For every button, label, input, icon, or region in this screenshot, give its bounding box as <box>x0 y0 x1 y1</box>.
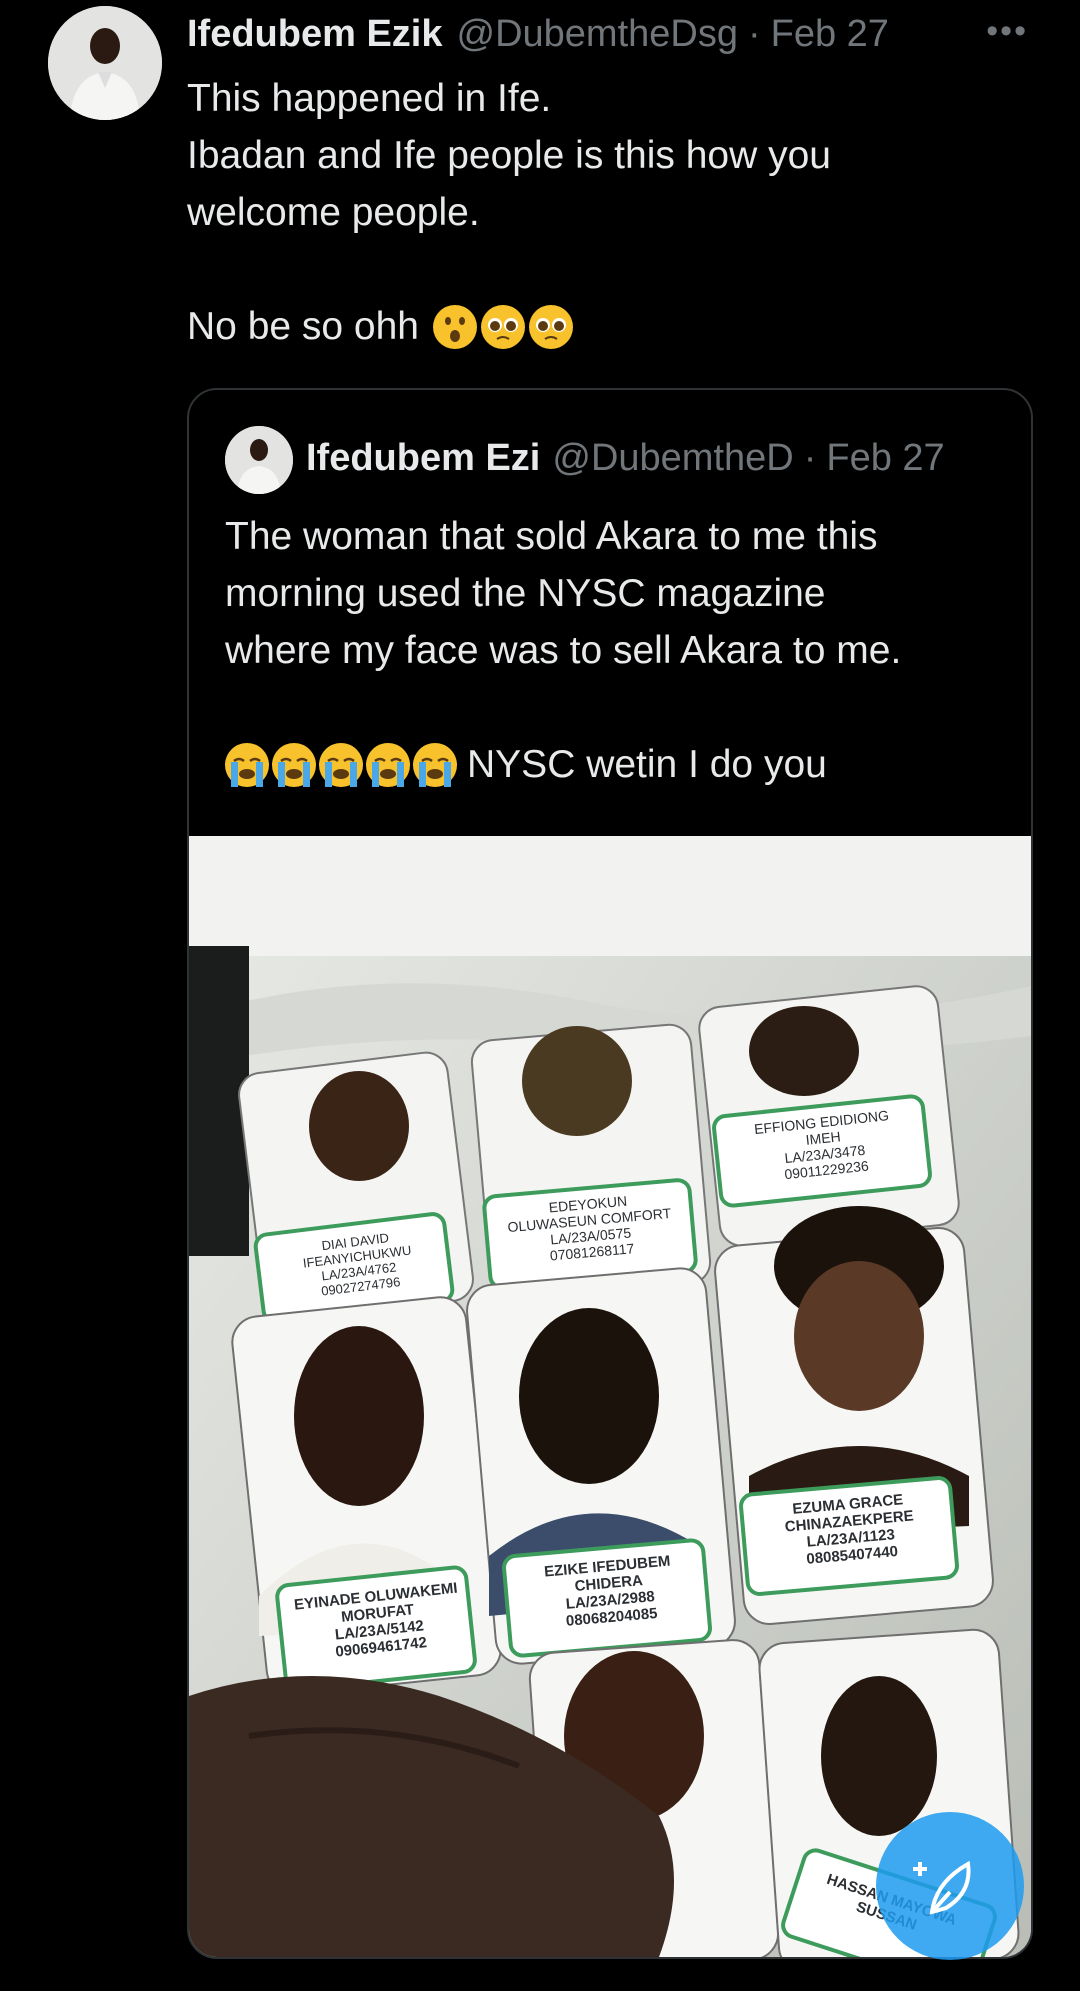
compose-post-button[interactable] <box>876 1812 1024 1960</box>
tweet-line: No be so ohh <box>187 305 420 348</box>
tweet-blank-line <box>187 241 967 298</box>
quoted-line: NYSC wetin I do you <box>467 743 827 786</box>
crying-face-icon <box>272 742 316 787</box>
quoted-author-name[interactable]: Ifedubem Ezi <box>306 437 540 480</box>
crying-face-icon <box>319 742 363 787</box>
quoted-tweet[interactable]: Ifedubem Ezi @DubemtheD · Feb 27 The wom… <box>187 388 1033 1959</box>
astonished-face-icon <box>433 304 478 349</box>
author-handle[interactable]: @DubemtheDsg <box>457 13 738 56</box>
photo-illustration <box>189 836 1031 1957</box>
tweet-body: This happened in Ife. Ibadan and Ife peo… <box>187 70 967 355</box>
more-options-icon[interactable]: ••• <box>986 12 1028 51</box>
author-avatar[interactable] <box>48 6 162 120</box>
crying-face-icon <box>413 742 457 787</box>
tweet-line: welcome people. <box>187 191 480 234</box>
quoted-line: The woman that sold Akara to me this <box>225 515 878 558</box>
quoted-tweet-body: The woman that sold Akara to me this mor… <box>225 508 1005 793</box>
tweet-line: Ibadan and Ife people is this how you <box>187 134 831 177</box>
quoted-tweet-date[interactable]: Feb 27 <box>826 437 944 480</box>
pleading-face-icon <box>481 304 526 349</box>
tweet-last-line: No be so ohh <box>187 298 967 355</box>
separator-dot: · <box>747 12 761 55</box>
tweet-date[interactable]: Feb 27 <box>771 13 889 56</box>
tweet-line: This happened in Ife. <box>187 77 552 120</box>
quoted-author-handle[interactable]: @DubemtheD <box>552 437 793 480</box>
quoted-last-line: NYSC wetin I do you <box>225 736 1005 793</box>
pleading-face-icon <box>529 304 574 349</box>
quoted-author-avatar[interactable] <box>225 426 293 494</box>
tweet-header: Ifedubem Ezik @DubemtheDsg · Feb 27 ••• <box>187 8 1040 60</box>
quoted-blank-line <box>225 679 1005 736</box>
author-name[interactable]: Ifedubem Ezik <box>187 13 443 56</box>
quoted-tweet-header: Ifedubem Ezi @DubemtheD · Feb 27 <box>306 430 945 486</box>
quoted-line: where my face was to sell Akara to me. <box>225 629 902 672</box>
separator-dot: · <box>803 436 817 479</box>
compose-post-icon <box>913 1860 971 1915</box>
quoted-line: morning used the NYSC magazine <box>225 572 826 615</box>
crying-face-icon <box>366 742 410 787</box>
crying-face-icon <box>225 742 269 787</box>
attached-photo[interactable]: DIAI DAVID IFEANYICHUKWU LA/23A/4762 090272… <box>189 836 1031 1957</box>
